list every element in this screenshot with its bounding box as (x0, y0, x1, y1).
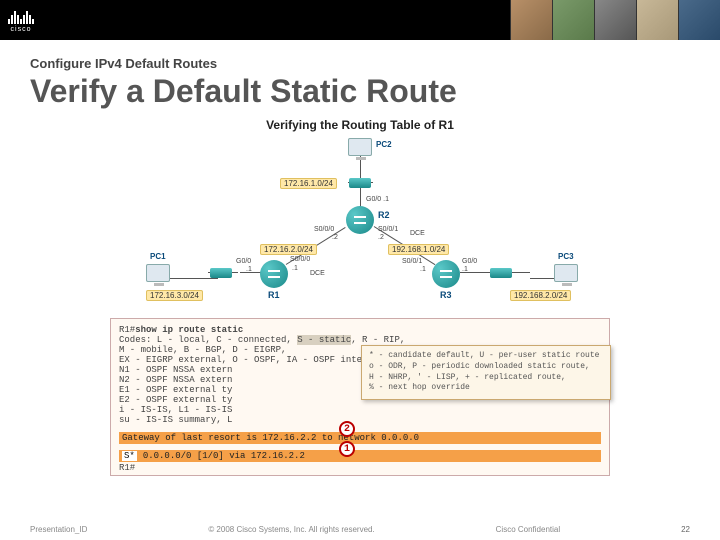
codes-line: su - IS-IS summary, L (119, 415, 601, 425)
breadcrumb: Configure IPv4 Default Routes (30, 56, 690, 71)
device-label-pc3: PC3 (558, 252, 574, 261)
prompt: R1# (119, 463, 601, 473)
device-label-pc2: PC2 (376, 140, 392, 149)
net-label: 172.16.3.0/24 (146, 290, 203, 301)
footer: Presentation_ID © 2008 Cisco Systems, In… (0, 525, 720, 534)
pc-icon (146, 264, 170, 282)
device-label-r3: R3 (440, 290, 452, 300)
footer-left: Presentation_ID (30, 525, 87, 534)
footer-confidential: Cisco Confidential (496, 525, 560, 534)
net-label: 172.16.2.0/24 (260, 244, 317, 255)
pc-icon (348, 138, 372, 156)
footer-copyright: © 2008 Cisco Systems, Inc. All rights re… (208, 525, 374, 534)
iface-label: G0/0 .1 (366, 196, 389, 203)
pc-icon (554, 264, 578, 282)
iface-label: .1 (246, 266, 252, 273)
command: show ip route static (135, 325, 243, 335)
device-label-pc1: PC1 (150, 252, 166, 261)
route-line: S* 0.0.0.0/0 [1/0] via 172.16.2.2 (119, 450, 601, 462)
iface-label: G0/0 (236, 258, 251, 265)
terminal-output: R1#show ip route static Codes: L - local… (110, 318, 610, 476)
gateway-line: Gateway of last resort is 172.16.2.2 to … (119, 432, 601, 444)
switch-icon (210, 268, 232, 278)
net-label: 192.168.2.0/24 (510, 290, 571, 301)
iface-label: S0/0/0 (290, 256, 310, 263)
iface-label: G0/0 (462, 258, 477, 265)
callout-1: 1 (339, 441, 355, 457)
figure-title: Verifying the Routing Table of R1 (110, 118, 610, 132)
codes-line: i - IS-IS, L1 - IS-IS (119, 405, 601, 415)
dce-label: DCE (310, 270, 325, 277)
route-text: 0.0.0.0/0 [1/0] via 172.16.2.2 (143, 451, 305, 461)
iface-label: .1 (420, 266, 426, 273)
callout-2: 2 (339, 421, 355, 437)
brand-text: cisco (11, 26, 32, 33)
route-code: S* (122, 451, 137, 461)
router-icon (346, 206, 374, 234)
iface-label: .2 (378, 234, 384, 241)
iface-label: S0/0/1 (402, 258, 422, 265)
tooltip-line: * - candidate default, U - per-user stat… (369, 351, 603, 362)
codes-static: S - static (297, 335, 351, 345)
header-photo-strip (510, 0, 720, 40)
iface-label: .1 (292, 265, 298, 272)
page-number: 22 (681, 525, 690, 534)
cisco-logo: cisco (8, 8, 34, 33)
page-title: Verify a Default Static Route (30, 73, 690, 110)
cisco-bars-icon (8, 8, 34, 24)
slide-body: Configure IPv4 Default Routes Verify a D… (0, 40, 720, 476)
prompt: R1# (119, 325, 135, 335)
net-label: 192.168.1.0/24 (388, 244, 449, 255)
tooltip-line: % - next hop override (369, 383, 603, 394)
switch-icon (490, 268, 512, 278)
iface-label: S0/0/1 (378, 226, 398, 233)
codes-tooltip: * - candidate default, U - per-user stat… (361, 345, 611, 400)
iface-label: .1 (462, 266, 468, 273)
device-label-r2: R2 (378, 210, 390, 220)
iface-label: S0/0/0 (314, 226, 334, 233)
router-icon (260, 260, 288, 288)
switch-icon (349, 178, 371, 188)
top-bar: cisco (0, 0, 720, 40)
tooltip-line: H - NHRP, ' - LISP, + - replicated route… (369, 373, 603, 384)
router-icon (432, 260, 460, 288)
codes-line: Codes: L - local, C - connected, (119, 335, 297, 345)
tooltip-line: o - ODR, P - periodic downloaded static … (369, 362, 603, 373)
iface-label: .2 (332, 234, 338, 241)
net-label: 172.16.1.0/24 (280, 178, 337, 189)
codes-tail: , R - RIP, (351, 335, 405, 345)
network-topology: PC2 172.16.1.0/24 R2 G0/0 .1 S0/0/0 .2 S… (110, 138, 610, 318)
figure: Verifying the Routing Table of R1 PC2 17… (110, 118, 610, 476)
device-label-r1: R1 (268, 290, 280, 300)
dce-label: DCE (410, 230, 425, 237)
